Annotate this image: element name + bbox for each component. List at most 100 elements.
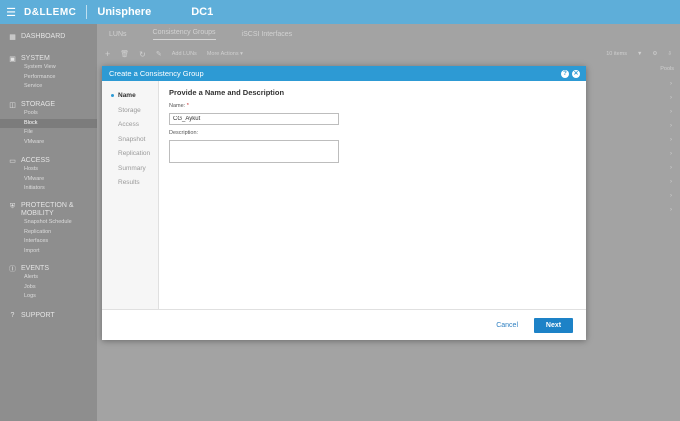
- nav-events-head[interactable]: ⓘ EVENTS: [8, 264, 97, 273]
- nav-item-alerts[interactable]: Alerts: [8, 273, 97, 283]
- app-name: Unisphere: [97, 6, 152, 18]
- row-expand-icon[interactable]: ›: [670, 137, 672, 143]
- dashboard-icon: ▦: [9, 33, 16, 41]
- nav-item-file[interactable]: File: [8, 128, 97, 138]
- system-name: DC1: [191, 6, 214, 18]
- nav-item-interfaces[interactable]: Interfaces: [8, 237, 97, 247]
- tab-consistency-groups[interactable]: Consistency Groups: [152, 29, 216, 40]
- dialog-title-bar: Create a Consistency Group ? ✕: [102, 66, 586, 81]
- access-icon: ▭: [9, 157, 16, 165]
- top-bar: ☰ D&LLEMC Unisphere DC1: [0, 0, 680, 24]
- nav-item-block[interactable]: Block: [0, 118, 97, 128]
- toolbar-right: 10 items ▼ ⚙ ⇩: [606, 51, 672, 57]
- close-icon[interactable]: ✕: [572, 69, 580, 78]
- step-replication[interactable]: Replication: [118, 150, 150, 157]
- step-access[interactable]: Access: [118, 121, 139, 128]
- step-heading: Provide a Name and Description: [169, 88, 285, 97]
- name-label: Name: *: [169, 103, 189, 109]
- row-expand-icon[interactable]: ›: [670, 179, 672, 185]
- row-expand-icon[interactable]: ›: [670, 193, 672, 199]
- step-results[interactable]: Results: [118, 179, 140, 186]
- nav-item-service[interactable]: Service: [8, 82, 97, 92]
- nav-item-replication[interactable]: Replication: [8, 228, 97, 238]
- nav-item-system-view[interactable]: System View: [8, 63, 97, 73]
- nav-dashboard[interactable]: ▦ DASHBOARD: [0, 32, 65, 41]
- dialog-title: Create a Consistency Group: [109, 69, 204, 78]
- help-icon: ?: [10, 312, 15, 319]
- dialog-footer: Cancel Next: [102, 309, 586, 340]
- row-expand-icon[interactable]: ›: [670, 165, 672, 171]
- nav-item-hosts[interactable]: Hosts: [8, 165, 97, 175]
- step-content: Provide a Name and Description Name: * D…: [169, 88, 569, 163]
- refresh-icon[interactable]: ↻: [139, 50, 146, 59]
- step-name[interactable]: Name: [111, 92, 136, 99]
- brand-logo: D&LLEMC: [24, 6, 77, 18]
- row-expand-icon[interactable]: ›: [670, 151, 672, 157]
- create-consistency-group-dialog: Create a Consistency Group ? ✕ Name Stor…: [102, 66, 586, 340]
- add-luns-button[interactable]: Add LUNs: [172, 51, 197, 57]
- current-step-dot: [111, 94, 114, 97]
- row-expand-icon[interactable]: ›: [670, 109, 672, 115]
- tab-iscsi-interfaces[interactable]: iSCSI Interfaces: [242, 31, 293, 38]
- header-divider: [86, 5, 88, 19]
- item-count: 10 items: [606, 51, 627, 57]
- row-expand-icon[interactable]: ›: [670, 207, 672, 213]
- help-icon[interactable]: ?: [561, 69, 569, 78]
- step-storage[interactable]: Storage: [118, 107, 141, 114]
- more-actions-dropdown[interactable]: More Actions ▾: [207, 51, 243, 57]
- nav-events: ⓘ EVENTS Alerts Jobs Logs: [0, 264, 97, 302]
- nav-access-head[interactable]: ▭ ACCESS: [8, 156, 97, 165]
- system-icon: ▣: [9, 55, 16, 63]
- nav-item-access-vmware[interactable]: VMware: [8, 175, 97, 185]
- chevron-down-icon: ▾: [240, 51, 243, 57]
- menu-icon[interactable]: ☰: [2, 6, 20, 19]
- edit-icon[interactable]: ✎: [156, 50, 162, 58]
- delete-icon[interactable]: 🗑: [120, 50, 129, 58]
- more-actions-label: More Actions: [206, 51, 239, 57]
- storage-icon: ◫: [9, 101, 16, 109]
- nav-item-import[interactable]: Import: [8, 247, 97, 257]
- name-input[interactable]: [169, 113, 339, 125]
- shield-icon: ⛨: [9, 202, 16, 210]
- tab-luns[interactable]: LUNs: [109, 31, 127, 38]
- nav-protection-label: PROTECTION & MOBILITY: [21, 202, 74, 217]
- filter-icon[interactable]: ▼: [637, 51, 642, 57]
- gear-icon[interactable]: ⚙: [652, 51, 657, 57]
- toolbar: + 🗑 ↻ ✎ Add LUNs More Actions ▾ 10 items…: [97, 47, 680, 61]
- alert-icon: ⓘ: [9, 265, 16, 273]
- nav-item-initiators[interactable]: Initiators: [8, 184, 97, 194]
- nav-access-label: ACCESS: [21, 157, 50, 164]
- nav-support[interactable]: ? SUPPORT: [0, 311, 55, 320]
- nav-storage-label: STORAGE: [21, 101, 56, 108]
- name-label-text: Name:: [169, 103, 186, 109]
- nav-item-vmware[interactable]: VMware: [8, 138, 97, 148]
- nav-item-snapshot-schedule[interactable]: Snapshot Schedule: [8, 218, 97, 228]
- nav-support-label: SUPPORT: [21, 312, 55, 319]
- nav-item-pools[interactable]: Pools: [8, 109, 97, 119]
- nav-protection-head[interactable]: ⛨ PROTECTION & MOBILITY: [8, 202, 97, 218]
- nav-item-jobs[interactable]: Jobs: [8, 283, 97, 293]
- add-icon[interactable]: +: [105, 49, 110, 59]
- next-button[interactable]: Next: [534, 317, 573, 333]
- nav-protection: ⛨ PROTECTION & MOBILITY Snapshot Schedule…: [0, 202, 97, 256]
- required-mark: *: [186, 103, 189, 109]
- dialog-controls: ? ✕: [561, 69, 580, 78]
- nav-dashboard-label: DASHBOARD: [21, 33, 66, 40]
- description-input[interactable]: [169, 140, 339, 163]
- nav-item-performance[interactable]: Performance: [8, 73, 97, 83]
- row-expand-icon[interactable]: ›: [670, 81, 672, 87]
- nav-storage-head[interactable]: ◫ STORAGE: [8, 100, 97, 109]
- tab-bar: LUNs Consistency Groups iSCSI Interfaces: [97, 24, 680, 44]
- export-icon[interactable]: ⇩: [667, 51, 672, 57]
- nav-system-label: SYSTEM: [21, 55, 50, 62]
- nav-system-head[interactable]: ▣ SYSTEM: [8, 54, 97, 63]
- nav-access: ▭ ACCESS Hosts VMware Initiators: [0, 156, 97, 194]
- row-expand-icon[interactable]: ›: [670, 123, 672, 129]
- row-expand-icon[interactable]: ›: [670, 95, 672, 101]
- step-summary[interactable]: Summary: [118, 165, 146, 172]
- column-header-pools[interactable]: Pools: [660, 66, 674, 72]
- cancel-button[interactable]: Cancel: [496, 322, 518, 329]
- nav-item-logs[interactable]: Logs: [8, 292, 97, 302]
- step-snapshot[interactable]: Snapshot: [118, 136, 145, 143]
- sidebar: ▦ DASHBOARD ▣ SYSTEM System View Performan…: [0, 24, 97, 421]
